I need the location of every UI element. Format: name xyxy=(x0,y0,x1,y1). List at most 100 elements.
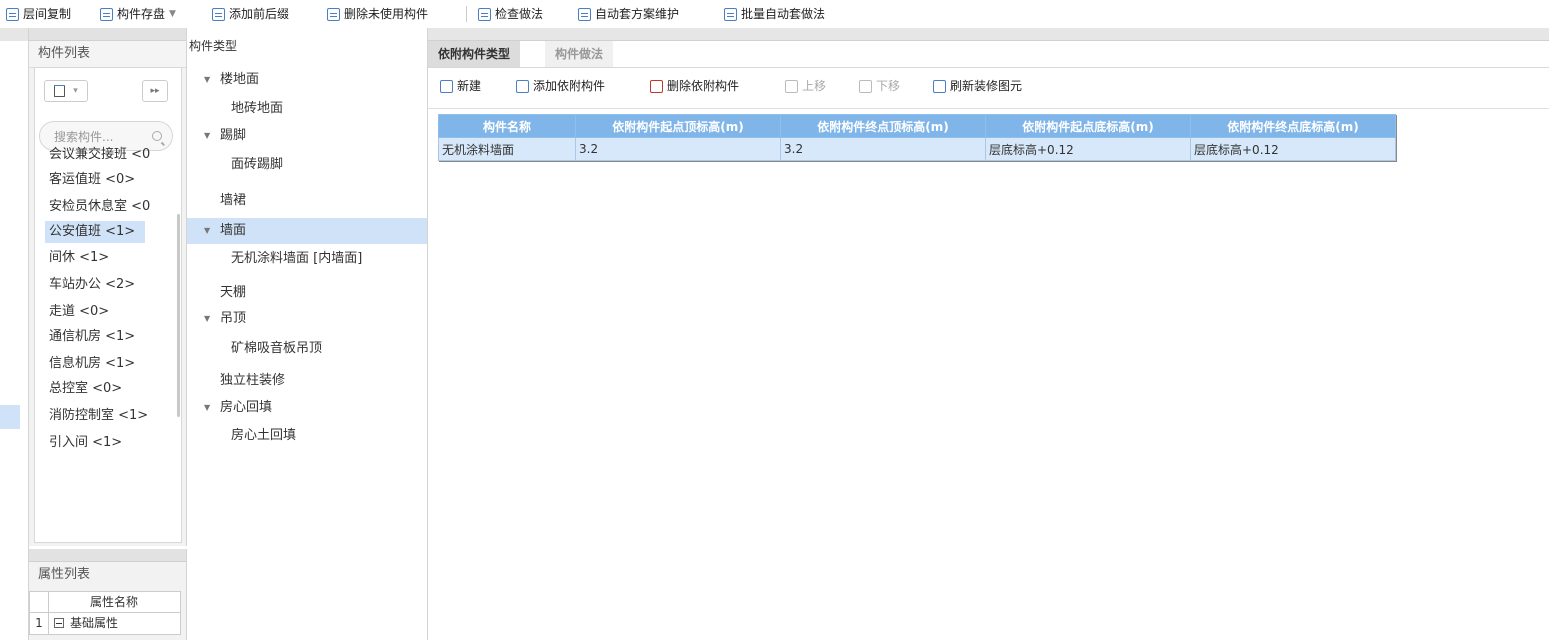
tree-node[interactable]: ▼ 楼地面 xyxy=(187,67,427,93)
component-type-panel: 构件类型 ▼ 楼地面地砖地面 ▼ 踢脚面砖踢脚墙裙 ▼ 墙面无机涂料墙面 [内墙面] 天棚 ▼… xyxy=(187,28,428,640)
table-cell[interactable]: 3.2 xyxy=(575,137,781,161)
tree-node-label: 无机涂料墙面 [内墙面] xyxy=(231,251,363,266)
batch-auto-button[interactable]: 批量自动套做法 xyxy=(724,4,825,24)
tree-node-label: 独立柱装修 xyxy=(220,373,286,388)
chevron-down-icon[interactable]: ▼ xyxy=(204,218,210,244)
tree-node[interactable]: ▼ 吊顶 xyxy=(187,306,427,332)
list-item[interactable]: 间休 <1> xyxy=(45,247,174,269)
collapse-icon[interactable] xyxy=(54,618,64,628)
list-item[interactable]: 总控室 <0> xyxy=(45,378,174,400)
tree-node-label: 地砖地面 xyxy=(231,101,284,116)
move-up-button[interactable]: 上移 xyxy=(785,76,826,96)
attribute-list-title: 属性列表 xyxy=(38,567,91,582)
check-method-button[interactable]: 检查做法 xyxy=(478,4,543,24)
tab-component-method[interactable]: 构件做法 xyxy=(545,41,614,67)
arrow-down-icon xyxy=(859,79,872,93)
list-icon xyxy=(212,7,225,21)
delete-list-icon xyxy=(327,7,340,21)
tree-node[interactable]: 矿棉吸音板吊顶 xyxy=(187,336,427,362)
tree-node-label: 面砖踢脚 xyxy=(231,157,284,172)
add-attached-button[interactable]: 添加依附构件 xyxy=(516,76,605,96)
column-header[interactable]: 依附构件终点顶标高(m) xyxy=(780,114,986,138)
table-cell[interactable]: 层底标高+0.12 xyxy=(1190,137,1396,161)
tree-node[interactable]: 面砖踢脚 xyxy=(187,152,427,178)
list-item[interactable]: 客运值班 <0> xyxy=(45,169,174,191)
tree-node-label: 矿棉吸音板吊顶 xyxy=(231,341,323,356)
list-item[interactable]: 车站办公 <2> xyxy=(45,274,174,296)
attached-component-table: 构件名称 依附构件起点顶标高(m) 依附构件终点顶标高(m) 依附构件起点底标高(m)… xyxy=(438,114,1396,161)
double-arrow-icon: ▸▸ xyxy=(150,86,160,96)
chevron-down-icon[interactable]: ▼ xyxy=(204,123,210,149)
search-icon xyxy=(152,131,162,141)
list-item[interactable]: 通信机房 <1> xyxy=(45,326,174,348)
copy-floor-button[interactable]: 层间复制 xyxy=(6,4,71,24)
column-header[interactable]: 依附构件起点顶标高(m) xyxy=(575,114,781,138)
arrow-up-icon xyxy=(785,79,798,93)
batch-icon xyxy=(724,7,737,21)
list-item[interactable]: 消防控制室 <1> xyxy=(45,405,174,427)
tree-node[interactable]: ▼ 房心回填 xyxy=(187,395,427,421)
component-list-title: 构件列表 xyxy=(29,41,186,68)
copy-icon xyxy=(6,7,19,21)
refresh-decoration-button[interactable]: 刷新装修图元 xyxy=(933,76,1022,96)
list-item[interactable]: 会议兼交接班 <0 xyxy=(45,144,174,166)
tree-node[interactable]: ▼ 踢脚 xyxy=(187,123,427,149)
list-item[interactable]: 走道 <0> xyxy=(45,301,174,323)
main-toolbar: 层间复制 构件存盘 ▼ 添加前后缀 删除未使用构件 检查做法 自动套方案维护 批量… xyxy=(0,0,1549,28)
component-list-body: ▾ ▸▸ 搜索构件... 会议兼交接班 <0 客运值班 <0> 安检员休息室 <0 公… xyxy=(34,67,182,578)
new-file-icon xyxy=(54,85,66,97)
tree-node[interactable]: 天棚 xyxy=(187,280,427,306)
move-down-button[interactable]: 下移 xyxy=(859,76,900,96)
tab-attached-type[interactable]: 依附构件类型 xyxy=(428,41,521,67)
column-header[interactable]: 依附构件终点底标高(m) xyxy=(1190,114,1396,138)
left-nav-strip xyxy=(0,28,29,640)
component-type-title: 构件类型 xyxy=(189,39,238,53)
attribute-row[interactable]: 1 基础属性 xyxy=(29,613,181,635)
left-nav-selected[interactable] xyxy=(0,405,20,429)
expand-button[interactable]: ▸▸ xyxy=(142,80,168,102)
delete-attached-button[interactable]: 删除依附构件 xyxy=(650,76,739,96)
tree-node[interactable]: 独立柱装修 xyxy=(187,368,427,394)
chevron-down-icon[interactable]: ▼ xyxy=(204,306,210,332)
attribute-list-panel: 属性列表 属性名称 1 基础属性 xyxy=(29,549,187,640)
dropdown-arrow-icon[interactable]: ▼ xyxy=(169,4,176,24)
tree-node[interactable]: 无机涂料墙面 [内墙面] xyxy=(187,246,427,272)
chevron-down-icon[interactable]: ▼ xyxy=(204,395,210,421)
check-icon xyxy=(478,7,491,21)
list-item[interactable]: 信息机房 <1> xyxy=(45,353,174,375)
new-button[interactable]: 新建 xyxy=(440,76,481,96)
new-component-button[interactable]: ▾ xyxy=(44,80,88,102)
tree-node[interactable]: 房心土回填 xyxy=(187,423,427,449)
toolbar-divider xyxy=(466,6,467,22)
tree-node[interactable]: ▼ 墙面 xyxy=(187,218,427,244)
tree-node[interactable]: 地砖地面 xyxy=(187,96,427,122)
auto-scheme-button[interactable]: 自动套方案维护 xyxy=(578,4,679,24)
list-item[interactable]: 安检员休息室 <0 xyxy=(45,196,174,218)
column-header[interactable]: 构件名称 xyxy=(438,114,576,138)
tree-node-label: 房心回填 xyxy=(220,400,273,415)
vertical-scrollbar[interactable] xyxy=(177,214,180,417)
attached-component-panel: 依附构件类型 构件做法 新建 添加依附构件 删除依附构件 上移 下移 刷新装修图… xyxy=(428,28,1549,640)
list-item[interactable]: 引入间 <1> xyxy=(45,432,174,454)
table-cell[interactable]: 无机涂料墙面 xyxy=(438,137,576,161)
tree-node-label: 天棚 xyxy=(220,285,247,300)
tree-node-label: 墙裙 xyxy=(220,193,247,208)
dropdown-arrow-icon: ▾ xyxy=(73,86,78,96)
list-item[interactable]: 公安值班 <1> xyxy=(45,221,145,243)
add-node-icon xyxy=(516,79,529,93)
tree-node[interactable]: 墙裙 xyxy=(187,188,427,214)
component-list-panel: 构件列表 ▾ ▸▸ 搜索构件... 会议兼交接班 <0 客运值班 <0> 安检员休息… xyxy=(29,28,187,578)
save-component-button[interactable]: 构件存盘 ▼ xyxy=(100,4,176,24)
table-row[interactable]: 无机涂料墙面 3.2 3.2 层底标高+0.12 层底标高+0.12 xyxy=(438,137,1396,161)
column-header[interactable]: 依附构件起点底标高(m) xyxy=(985,114,1191,138)
tree-node-label: 踢脚 xyxy=(220,128,247,143)
tree-node-label: 墙面 xyxy=(220,223,247,238)
delete-unused-button[interactable]: 删除未使用构件 xyxy=(327,4,428,24)
tree-node-label: 吊顶 xyxy=(220,311,247,326)
table-cell[interactable]: 3.2 xyxy=(780,137,986,161)
delete-node-icon xyxy=(650,79,663,93)
save-icon xyxy=(100,7,113,21)
chevron-down-icon[interactable]: ▼ xyxy=(204,67,210,93)
table-cell[interactable]: 层底标高+0.12 xyxy=(985,137,1191,161)
add-prefix-suffix-button[interactable]: 添加前后缀 xyxy=(212,4,289,24)
